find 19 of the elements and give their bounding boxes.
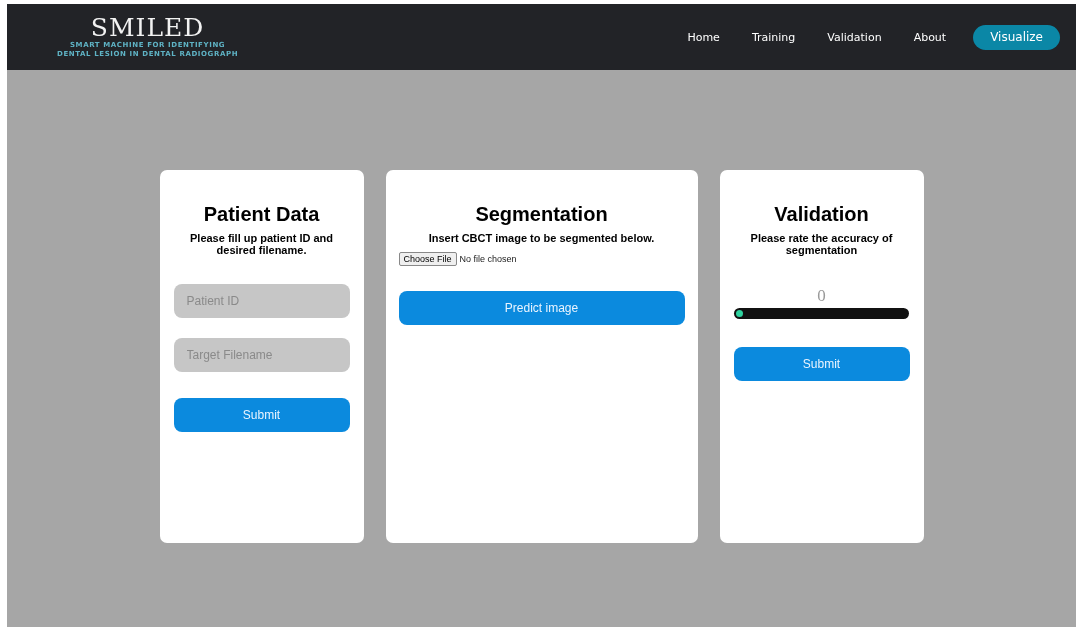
- choose-file-button[interactable]: Choose File: [398, 252, 457, 266]
- rating-value: 0: [817, 286, 826, 306]
- slider-thumb[interactable]: [736, 310, 743, 317]
- card-description: Insert CBCT image to be segmented below.: [428, 232, 655, 244]
- card-description: Please rate the accuracy of segmentation: [749, 232, 894, 256]
- nav-link[interactable]: Training: [751, 30, 796, 44]
- nav-link[interactable]: Home: [687, 30, 720, 44]
- card-title: Validation: [774, 203, 869, 226]
- nav-link[interactable]: Validation: [827, 30, 882, 44]
- file-status: No file chosen: [459, 254, 517, 264]
- rating-slider[interactable]: [734, 308, 909, 319]
- card-description: Please fill up patient ID and desired filename.: [189, 232, 334, 256]
- nav-link[interactable]: About: [913, 30, 947, 44]
- card-title: Segmentation: [475, 203, 608, 226]
- visualize-button[interactable]: Visualize: [973, 24, 1060, 50]
- input-field[interactable]: Patient ID: [173, 284, 350, 318]
- input-field[interactable]: Target Filename: [173, 338, 350, 372]
- card-title: Patient Data: [203, 203, 320, 226]
- logo-title: SMILED: [90, 15, 205, 41]
